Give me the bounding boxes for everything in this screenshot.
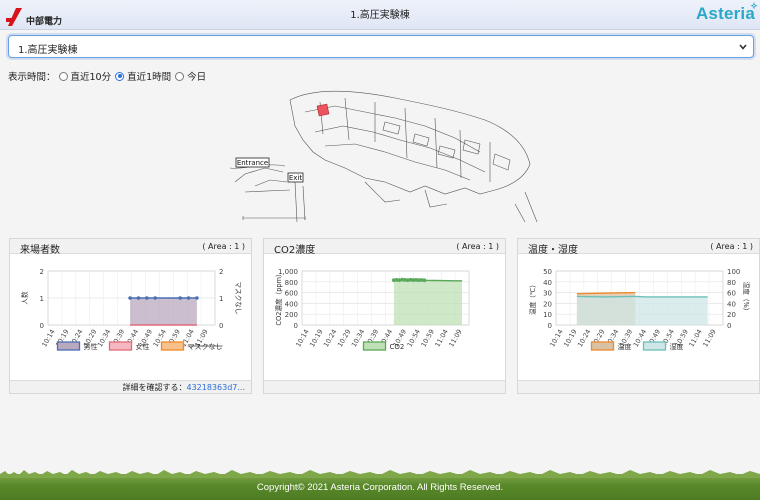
co2-panel: CO2濃度 ( Area : 1 ) 0 200 400 600 800 1,000 10:… bbox=[263, 238, 506, 394]
x-tick-label: 11:09 bbox=[447, 328, 463, 348]
footer: Copyright© 2021 Asteria Corporation. All… bbox=[0, 470, 760, 500]
data-point bbox=[136, 296, 141, 300]
grass-decoration bbox=[0, 470, 760, 478]
detail-label: 詳細を確認する： bbox=[122, 383, 187, 392]
y2-tick-label: 100 bbox=[727, 268, 740, 276]
panel-title: 来場者数 bbox=[20, 245, 60, 256]
building-select-value: 1.高圧実験棟 bbox=[18, 45, 78, 56]
sparkle-icon: ✧ bbox=[750, 1, 758, 11]
y-tick-label: 50 bbox=[543, 268, 552, 276]
area-1-marker bbox=[316, 103, 330, 117]
y-axis-label: CO2濃度（ppm） bbox=[274, 270, 283, 325]
legend-swatch bbox=[642, 341, 667, 351]
data-point bbox=[186, 296, 191, 300]
panel-header: 温度・湿度 ( Area : 1 ) bbox=[518, 239, 759, 256]
legend-swatch bbox=[160, 341, 185, 351]
series-area-0 bbox=[130, 298, 197, 325]
series-area-1 bbox=[576, 296, 708, 325]
asteria-logo: Asteria ✧ bbox=[695, 1, 758, 24]
legend-swatch bbox=[56, 341, 81, 351]
visitors-panel: 来場者数 ( Area : 1 ) 0 1 2 0 1 2 10:14 10:19 10:24 1… bbox=[9, 238, 252, 394]
y-tick-label: 800 bbox=[285, 279, 298, 287]
legend-label: マスクなし bbox=[188, 343, 223, 351]
legend-label: 湿度 bbox=[670, 342, 684, 351]
y2-tick-label: 2 bbox=[219, 268, 223, 276]
temp-humidity-chart: 0102030405002040608010010:1410:1910:2410… bbox=[528, 268, 751, 351]
y-tick-label: 0 bbox=[548, 322, 552, 330]
y2-tick-label: 60 bbox=[727, 290, 736, 298]
panel-area: ( Area : 1 ) bbox=[456, 242, 499, 251]
page-title: 1.高圧実験棟 bbox=[350, 10, 410, 21]
data-point bbox=[153, 296, 157, 300]
visitors-chart: 01201210:1410:1910:2410:2910:3410:3910:4… bbox=[20, 268, 242, 351]
radio-label-today: 今日 bbox=[187, 72, 207, 83]
display-time-label: 表示時間： bbox=[8, 72, 56, 83]
co2-chart: 02004006008001,00010:1410:1910:2410:2910… bbox=[274, 268, 470, 351]
data-point bbox=[422, 278, 427, 283]
legend-label: 男性 bbox=[84, 342, 98, 351]
temp-humidity-panel: 温度・湿度 ( Area : 1 ) 0 10 20 30 40 50 0 20 40 60 80 1… bbox=[517, 238, 760, 394]
y-axis-label: 温度（℃） bbox=[528, 281, 537, 315]
y-tick-label: 40 bbox=[543, 279, 552, 287]
legend-label: CO2 bbox=[390, 343, 405, 351]
data-point bbox=[128, 296, 132, 300]
series-line-1 bbox=[576, 295, 708, 298]
y-tick-label: 20 bbox=[543, 300, 552, 308]
display-time-selector: 表示時間： 直近10分 直近1時間 今日 bbox=[8, 69, 206, 83]
y-axis-label: 人数 bbox=[20, 291, 29, 305]
map-label-exit: Exit bbox=[289, 174, 303, 182]
legend-swatch bbox=[108, 341, 133, 351]
radio-label-last-1hour: 直近1時間 bbox=[127, 72, 172, 83]
panel-area: ( Area : 1 ) bbox=[710, 242, 753, 251]
panel-title: 温度・湿度 bbox=[528, 245, 578, 256]
y2-tick-label: 1 bbox=[219, 295, 223, 303]
y-tick-label: 0 bbox=[40, 322, 44, 330]
copyright-text: Copyright© 2021 Asteria Corporation. All… bbox=[256, 482, 504, 493]
legend-label: 女性 bbox=[136, 342, 150, 351]
data-point bbox=[178, 296, 183, 300]
y-tick-label: 600 bbox=[285, 290, 298, 298]
y-tick-label: 200 bbox=[285, 311, 298, 319]
y-tick-label: 10 bbox=[543, 311, 552, 319]
y2-tick-label: 20 bbox=[727, 311, 736, 319]
y-tick-label: 0 bbox=[294, 322, 298, 330]
y2-tick-label: 0 bbox=[219, 322, 223, 330]
panel-header: 来場者数 ( Area : 1 ) bbox=[10, 239, 251, 256]
panel-header: CO2濃度 ( Area : 1 ) bbox=[264, 239, 505, 256]
y-tick-label: 1 bbox=[40, 295, 44, 303]
data-point bbox=[195, 296, 199, 300]
y2-tick-label: 80 bbox=[727, 279, 736, 287]
detail-link[interactable]: 43218363d7... bbox=[186, 383, 245, 392]
legend-swatch bbox=[590, 341, 615, 351]
data-point bbox=[145, 296, 149, 300]
app-header: 中部電力 1.高圧実験棟 Asteria ✧ bbox=[0, 0, 760, 30]
radio-today[interactable] bbox=[175, 71, 185, 81]
y2-axis-label: マスクなし bbox=[234, 282, 242, 315]
floor-map: Entrance Exit bbox=[229, 90, 538, 223]
building-select[interactable]: 1.高圧実験棟 bbox=[8, 35, 754, 58]
radio-last-10min[interactable] bbox=[58, 71, 68, 81]
panel-area: ( Area : 1 ) bbox=[202, 242, 245, 251]
panel-footer: 詳細を確認する：43218363d7... bbox=[10, 380, 251, 393]
map-label-entrance: Entrance bbox=[237, 159, 268, 167]
detail-text: 詳細を確認する：43218363d7... bbox=[122, 382, 245, 393]
chevron-down-icon bbox=[739, 44, 747, 50]
y2-tick-label: 40 bbox=[727, 300, 736, 308]
y-tick-label: 2 bbox=[40, 268, 44, 276]
radio-last-1hour[interactable] bbox=[115, 71, 125, 81]
series-area-0 bbox=[393, 279, 462, 325]
legend-swatch bbox=[362, 341, 387, 351]
radio-label-last-10min: 直近10分 bbox=[70, 72, 112, 83]
brand-name: Asteria bbox=[695, 4, 755, 23]
panel-footer bbox=[264, 380, 505, 393]
panel-title: CO2濃度 bbox=[274, 245, 316, 256]
y-tick-label: 400 bbox=[285, 300, 298, 308]
y-tick-label: 30 bbox=[543, 290, 552, 298]
legend-label: 温度 bbox=[618, 342, 632, 351]
x-tick-label: 11:09 bbox=[701, 328, 717, 348]
panel-footer bbox=[518, 380, 759, 393]
y2-axis-label: 湿度（%） bbox=[742, 282, 751, 315]
y2-tick-label: 0 bbox=[727, 322, 731, 330]
